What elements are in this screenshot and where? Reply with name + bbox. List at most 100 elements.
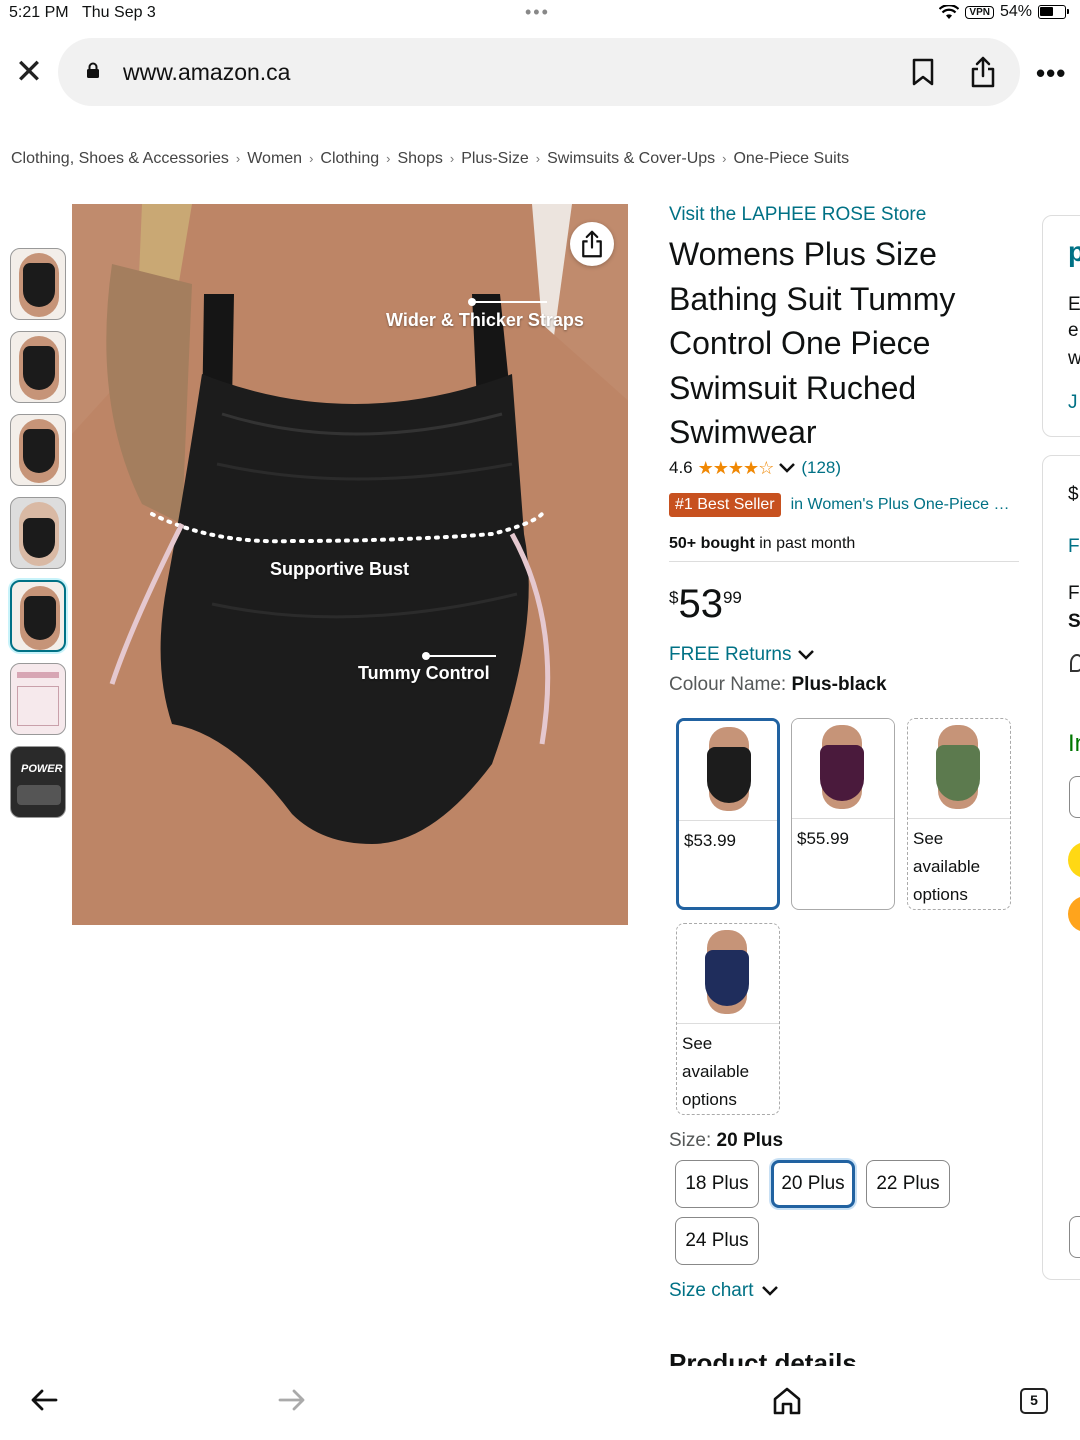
swatch-suit bbox=[707, 747, 751, 803]
thumbnail[interactable] bbox=[10, 663, 66, 735]
size-label: Size: 20 Plus bbox=[669, 1130, 783, 1152]
buy-box-text[interactable]: F bbox=[1068, 536, 1080, 558]
image-share-button[interactable] bbox=[570, 222, 614, 266]
swatch-suit bbox=[705, 950, 749, 1006]
buy-box-text: E bbox=[1068, 294, 1080, 315]
chevron-right-icon: › bbox=[235, 151, 241, 166]
product-title: Womens Plus Size Bathing Suit Tummy Cont… bbox=[669, 236, 956, 450]
swatch-availability: See available options bbox=[682, 1034, 750, 1109]
size-value: 20 Plus bbox=[716, 1130, 784, 1151]
product-main-image[interactable]: Wider & Thicker Straps Supportive Bust T… bbox=[72, 204, 628, 925]
breadcrumb-link[interactable]: Clothing, Shoes & Accessories bbox=[11, 150, 229, 167]
colour-label: Colour Name: Plus-black bbox=[669, 674, 1019, 696]
add-to-list-button[interactable] bbox=[1069, 1216, 1080, 1258]
wifi-icon bbox=[939, 4, 960, 19]
colour-label-prefix: Colour Name: bbox=[669, 673, 792, 695]
multitask-dots-icon[interactable]: ••• bbox=[525, 2, 550, 23]
swatch-image bbox=[679, 721, 777, 821]
colour-swatch-black[interactable]: $53.99 bbox=[676, 718, 780, 910]
price: $ 53 99 bbox=[669, 582, 1019, 626]
close-icon[interactable]: ✕ bbox=[14, 54, 44, 90]
breadcrumb-link[interactable]: Women bbox=[247, 150, 302, 167]
breadcrumb-link[interactable]: Swimsuits & Cover-Ups bbox=[547, 150, 715, 167]
store-link[interactable]: Visit the LAPHEE ROSE Store bbox=[669, 204, 1019, 226]
free-returns-link[interactable]: FREE Returns bbox=[669, 644, 1019, 666]
battery-icon bbox=[1038, 5, 1069, 19]
buy-box-text[interactable]: J bbox=[1068, 392, 1078, 414]
vpn-badge: VPN bbox=[965, 5, 994, 19]
thumbnail-selected[interactable] bbox=[10, 580, 66, 652]
buy-box-text: w bbox=[1068, 348, 1080, 369]
colour-swatch-green[interactable]: See available options bbox=[907, 718, 1011, 910]
status-time: 5:21 PM bbox=[9, 4, 69, 21]
swatch-suit bbox=[820, 745, 864, 801]
size-chart-link[interactable]: Size chart bbox=[669, 1280, 779, 1302]
breadcrumb-link[interactable]: Shops bbox=[397, 150, 442, 167]
size-label-prefix: Size: bbox=[669, 1130, 717, 1151]
forward-arrow-icon[interactable] bbox=[278, 1388, 306, 1412]
bought-count-rest: in past month bbox=[754, 534, 856, 552]
home-icon[interactable] bbox=[772, 1386, 802, 1416]
chevron-right-icon: › bbox=[449, 151, 455, 166]
bookmark-icon[interactable] bbox=[911, 58, 935, 86]
thumbnail-text: POWER bbox=[21, 763, 63, 775]
chevron-down-icon bbox=[762, 1286, 779, 1296]
swatch-image bbox=[792, 719, 894, 819]
breadcrumb-link[interactable]: Plus-Size bbox=[461, 150, 529, 167]
colour-swatch-navy[interactable]: See available options bbox=[676, 923, 780, 1115]
quantity-select[interactable] bbox=[1069, 776, 1080, 818]
rating-row[interactable]: 4.6 ★★★★☆ (128) bbox=[669, 458, 1019, 479]
price-whole: 53 bbox=[678, 581, 723, 626]
swatch-image bbox=[908, 719, 1010, 819]
address-bar[interactable]: www.amazon.ca bbox=[58, 38, 1020, 106]
tabs-icon[interactable]: 5 bbox=[1020, 1388, 1048, 1414]
size-option-20-plus[interactable]: 20 Plus bbox=[771, 1160, 855, 1208]
breadcrumb-link[interactable]: Clothing bbox=[320, 150, 379, 167]
price-fraction: 99 bbox=[722, 587, 742, 607]
chevron-down-icon[interactable] bbox=[778, 462, 796, 474]
breadcrumb: Clothing, Shoes & Accessories › Women › Clot… bbox=[11, 150, 849, 168]
buy-box-text: p bbox=[1068, 236, 1080, 267]
rating-count-link[interactable]: (128) bbox=[801, 458, 841, 478]
thumbnail[interactable]: POWER bbox=[10, 746, 66, 818]
buy-box-text: In bbox=[1068, 730, 1080, 757]
breadcrumb-link[interactable]: One-Piece Suits bbox=[733, 150, 849, 167]
size-chart-label: Size chart bbox=[669, 1280, 754, 1301]
url-text: www.amazon.ca bbox=[123, 59, 291, 85]
thumbnail[interactable] bbox=[10, 414, 66, 486]
bought-count: 50+ bought in past month bbox=[669, 535, 1019, 562]
swatch-suit bbox=[936, 745, 980, 801]
chevron-right-icon: › bbox=[535, 151, 541, 166]
location-pin-icon[interactable] bbox=[1070, 654, 1080, 672]
share-icon[interactable] bbox=[970, 56, 996, 88]
thumbnail[interactable] bbox=[10, 497, 66, 569]
battery-percent: 54% bbox=[999, 3, 1032, 20]
star-rating-icon: ★★★★☆ bbox=[697, 457, 775, 478]
best-seller-row: #1 Best Seller in Women's Plus One-Piece… bbox=[669, 492, 1019, 517]
thumbnail[interactable] bbox=[10, 248, 66, 320]
status-bar: 5:21 PM Thu Sep 3 ••• VPN 54% bbox=[0, 0, 1080, 28]
size-option-18-plus[interactable]: 18 Plus bbox=[675, 1160, 759, 1208]
bought-count-bold: 50+ bought bbox=[669, 534, 755, 552]
more-options-icon[interactable]: ••• bbox=[1036, 58, 1066, 89]
rating-value: 4.6 bbox=[669, 458, 693, 477]
swatch-image bbox=[677, 924, 779, 1024]
best-seller-category-link[interactable]: in Women's Plus One-Piece Swimsuits bbox=[791, 496, 1011, 514]
chevron-right-icon: › bbox=[386, 151, 391, 166]
back-arrow-icon[interactable] bbox=[30, 1388, 58, 1412]
product-details-heading: Product details bbox=[669, 1348, 857, 1366]
lock-icon bbox=[87, 62, 99, 78]
colour-swatch-purple[interactable]: $55.99 bbox=[791, 718, 895, 910]
size-option-24-plus[interactable]: 24 Plus bbox=[675, 1217, 759, 1265]
status-date: Thu Sep 3 bbox=[82, 4, 156, 21]
product-info: Visit the LAPHEE ROSE Store Womens Plus … bbox=[669, 204, 1019, 696]
share-icon bbox=[582, 230, 602, 258]
browser-toolbar: ✕ www.amazon.ca ••• bbox=[0, 36, 1080, 108]
size-option-22-plus[interactable]: 22 Plus bbox=[866, 1160, 950, 1208]
buy-box-text: $ bbox=[1068, 484, 1079, 505]
thumbnail[interactable] bbox=[10, 331, 66, 403]
image-thumbnails: POWER bbox=[10, 248, 68, 829]
buy-box-text: e bbox=[1068, 320, 1079, 341]
chevron-right-icon: › bbox=[309, 151, 314, 166]
best-seller-badge[interactable]: #1 Best Seller bbox=[669, 492, 781, 517]
